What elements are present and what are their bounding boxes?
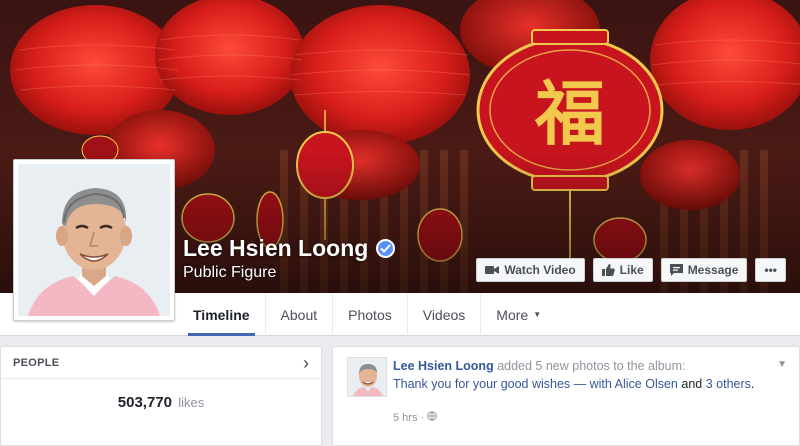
timeline-post: Lee Hsien Loong added 5 new photos to th… <box>332 346 800 446</box>
post-author-link[interactable]: Lee Hsien Loong <box>393 359 494 373</box>
post-timestamp[interactable]: 5 hrs <box>393 412 417 424</box>
page-name[interactable]: Lee Hsien Loong <box>183 235 396 262</box>
likes-summary: 503,770 likes <box>1 379 321 411</box>
page-category: Public Figure <box>183 264 277 281</box>
tab-photos[interactable]: Photos <box>333 293 408 336</box>
post-period: . <box>750 377 755 391</box>
video-camera-icon <box>485 265 500 275</box>
message-label: Message <box>687 263 739 277</box>
tab-about[interactable]: About <box>266 293 334 336</box>
post-action-text: added 5 new photos to the album: <box>497 359 686 373</box>
message-button[interactable]: Message <box>660 258 748 282</box>
post-header: Lee Hsien Loong added 5 new photos to th… <box>393 357 773 393</box>
people-header[interactable]: PEOPLE › <box>1 347 321 379</box>
watch-video-button[interactable]: Watch Video <box>476 258 585 282</box>
album-title-link[interactable]: Thank you for your good wishes — with <box>393 377 612 391</box>
post-options-icon[interactable]: ▼ <box>777 359 787 370</box>
people-title: PEOPLE <box>13 356 60 369</box>
profile-photo <box>18 164 170 316</box>
tab-more[interactable]: More ▼ <box>481 293 556 336</box>
page-actions: Watch Video Like Message ••• <box>476 258 786 282</box>
verified-badge-icon <box>376 239 396 258</box>
post-meta: 5 hrs · <box>393 411 437 424</box>
more-options-button[interactable]: ••• <box>755 258 786 282</box>
thumbs-up-icon <box>601 264 615 276</box>
post-author-avatar[interactable] <box>347 357 387 397</box>
tab-photos-label: Photos <box>348 306 392 323</box>
likes-label: likes <box>178 395 205 410</box>
post-and-text: and <box>681 377 703 391</box>
caret-down-icon: ▼ <box>533 310 542 319</box>
tab-videos[interactable]: Videos <box>408 293 482 336</box>
message-icon <box>669 264 683 276</box>
page-name-text[interactable]: Lee Hsien Loong <box>183 235 368 262</box>
tab-timeline-label: Timeline <box>193 306 250 323</box>
nav-tabs: Timeline About Photos Videos More ▼ <box>178 293 556 336</box>
tagged-others-link[interactable]: 3 others <box>706 377 751 391</box>
tagged-person-link[interactable]: Alice Olsen <box>615 377 678 391</box>
tab-videos-label: Videos <box>422 306 466 323</box>
chevron-right-icon[interactable]: › <box>303 354 309 372</box>
profile-picture[interactable] <box>13 159 175 321</box>
fu-character: 福 <box>534 72 605 155</box>
more-options-label: ••• <box>764 263 777 277</box>
people-card: PEOPLE › 503,770 likes <box>0 346 322 446</box>
likes-count: 503,770 <box>117 394 173 411</box>
like-button[interactable]: Like <box>592 258 653 282</box>
tab-more-label: More <box>496 306 529 323</box>
tab-about-label: About <box>280 306 318 323</box>
globe-icon <box>427 411 437 424</box>
like-label: Like <box>619 263 644 277</box>
watch-video-label: Watch Video <box>504 263 576 277</box>
tab-timeline[interactable]: Timeline <box>178 293 266 336</box>
post-meta-separator: · <box>420 412 425 424</box>
